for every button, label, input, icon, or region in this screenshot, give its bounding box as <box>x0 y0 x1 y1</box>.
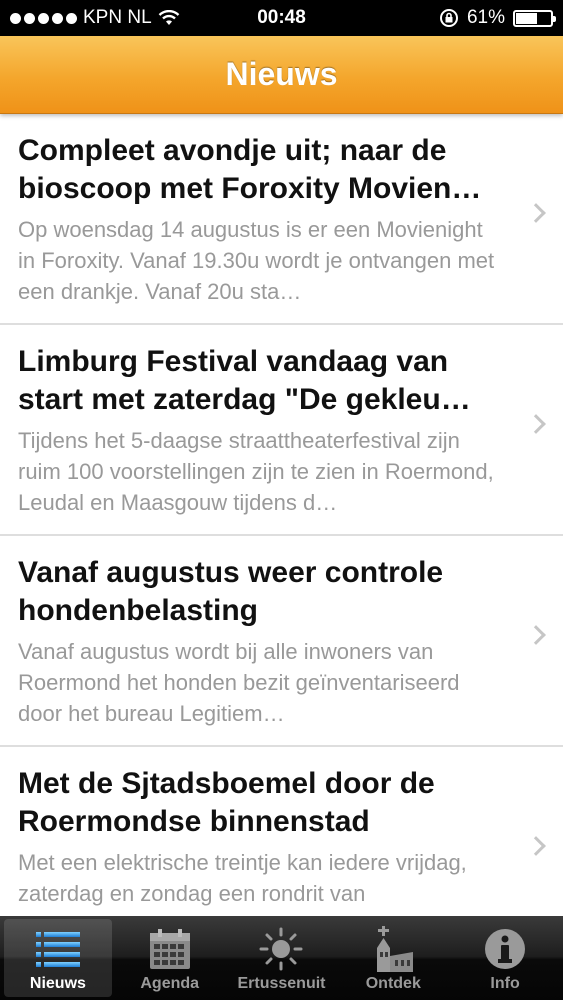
battery-icon <box>513 9 556 27</box>
signal-strength-icon <box>10 12 77 24</box>
tab-nieuws[interactable]: Nieuws <box>4 919 112 997</box>
news-title: Compleet avondje uit; naar de bioscoop m… <box>18 134 482 205</box>
tab-agenda[interactable]: Agenda <box>116 919 224 997</box>
tab-label: Info <box>490 975 520 992</box>
tab-ertussenuit[interactable]: Ertussenuit <box>228 919 336 997</box>
news-title: Vanaf augustus weer controle hondenbelas… <box>18 556 444 627</box>
info-icon <box>483 925 527 973</box>
news-item[interactable]: Vanaf augustus weer controle hondenbelas… <box>0 536 563 747</box>
battery-level <box>516 12 537 24</box>
news-item[interactable]: Met de Sjtadsboemel door de Roermondse b… <box>0 747 563 916</box>
sun-icon <box>259 925 303 973</box>
news-summary: Tijdens het 5-daagse straattheaterfestiv… <box>18 428 494 515</box>
battery-percent: 61% <box>466 7 505 28</box>
news-summary: Vanaf augustus wordt bij alle inwoners v… <box>18 639 460 726</box>
carrier-name: KPN NL <box>83 7 152 28</box>
wifi-icon <box>158 10 179 25</box>
news-title: Limburg Festival vandaag van start met z… <box>18 345 471 416</box>
rotation-lock-icon <box>439 9 458 27</box>
chevron-right-icon <box>526 414 546 434</box>
tab-label: Agenda <box>140 975 200 992</box>
status-bar: KPN NL 00:48 61% <box>0 0 563 36</box>
church-icon <box>371 925 415 973</box>
chevron-right-icon <box>526 203 546 223</box>
news-list[interactable]: Compleet avondje uit; naar de bioscoop m… <box>0 114 563 916</box>
tab-ontdek[interactable]: Ontdek <box>339 919 447 997</box>
page-title: Nieuws <box>225 56 338 92</box>
status-right: 61% <box>439 7 556 29</box>
list-icon <box>35 925 80 973</box>
news-item[interactable]: Compleet avondje uit; naar de bioscoop m… <box>0 114 563 325</box>
status-left: KPN NL <box>10 7 210 29</box>
tab-label: Nieuws <box>29 975 86 992</box>
news-summary: Met een elektrische treintje kan iedere … <box>18 850 467 906</box>
news-summary: Op woensdag 14 augustus is er een Movien… <box>18 217 495 304</box>
news-item[interactable]: Limburg Festival vandaag van start met z… <box>0 325 563 536</box>
chevron-right-icon <box>526 836 546 856</box>
news-title: Met de Sjtadsboemel door de Roermondse b… <box>18 767 435 838</box>
tab-label: Ontdek <box>365 975 421 992</box>
calendar-icon <box>149 925 191 973</box>
chevron-right-icon <box>526 625 546 645</box>
tab-info[interactable]: Info <box>451 919 559 997</box>
tab-bar: Nieuws Agenda Ertussenuit Ontdek Info <box>0 916 563 1000</box>
navigation-bar: Nieuws <box>0 36 563 114</box>
tab-label: Ertussenuit <box>237 975 326 992</box>
